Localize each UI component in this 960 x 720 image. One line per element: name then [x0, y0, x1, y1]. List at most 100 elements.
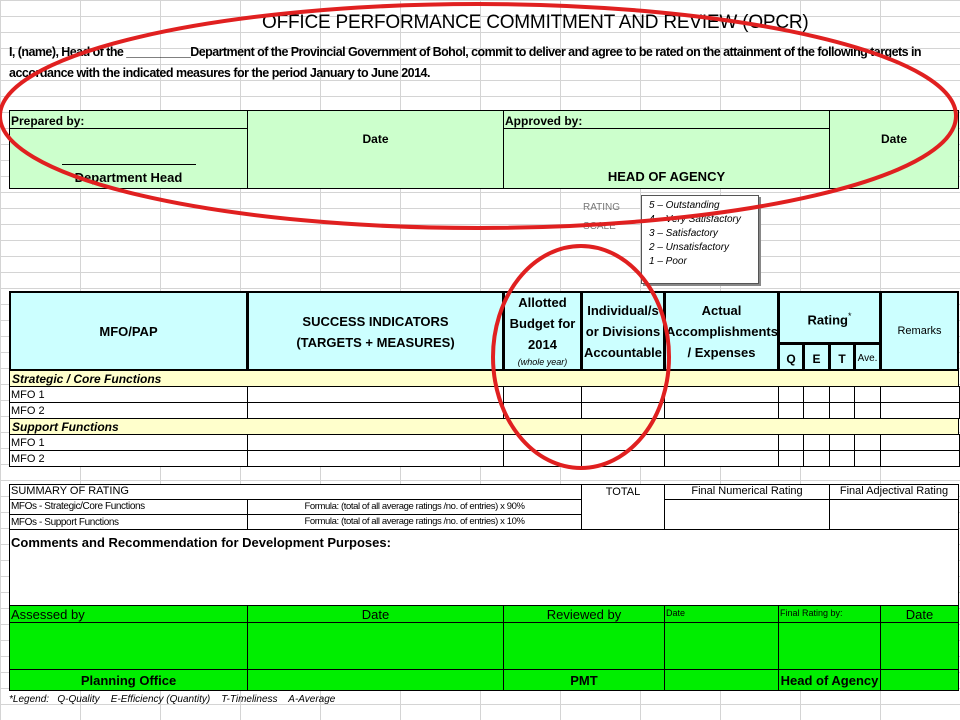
section-header: Strategic / Core Functions: [9, 370, 959, 387]
section-title: Strategic / Core Functions: [12, 372, 162, 386]
table-cell[interactable]: [581, 386, 665, 403]
mfo-label: MFO 1: [11, 437, 45, 449]
head-of-agency-date-blank: [880, 669, 959, 691]
reviewed-signature-cell[interactable]: [503, 622, 665, 670]
table-cell[interactable]: [880, 434, 960, 451]
table-cell[interactable]: [503, 386, 582, 403]
table-cell[interactable]: [581, 434, 665, 451]
table-cell[interactable]: [664, 434, 779, 451]
header-indiv-label-1: Individual/s: [587, 303, 659, 318]
table-cell[interactable]: [778, 386, 804, 403]
table-cell[interactable]: [778, 402, 804, 419]
table-cell[interactable]: [803, 450, 830, 467]
final-rating-date-cell: Date: [880, 605, 959, 623]
rating-scale-item-4: 4 – Very Satisfactory: [649, 214, 741, 225]
table-cell[interactable]: [803, 434, 830, 451]
table-cell[interactable]: [854, 402, 881, 419]
header-success-label-2: (TARGETS + MEASURES): [296, 335, 455, 350]
table-cell[interactable]: [778, 450, 804, 467]
table-cell[interactable]: [581, 402, 665, 419]
table-cell[interactable]: [503, 434, 582, 451]
header-ave-label: Ave.: [857, 353, 878, 364]
rating-footnote-mark: *: [847, 311, 852, 321]
table-cell[interactable]: [803, 402, 830, 419]
assessed-signature-cell[interactable]: [9, 622, 248, 670]
final-head-of-agency-label: Head of Agency: [780, 673, 879, 688]
header-budget-label-2: Budget for: [509, 316, 576, 331]
header-mfo-pap-label: MFO/PAP: [99, 324, 158, 339]
header-remarks-label: Remarks: [897, 325, 942, 337]
table-cell[interactable]: [778, 434, 804, 451]
summary-row1-formula: Formula: (total of all average ratings /…: [304, 501, 525, 512]
table-cell[interactable]: [247, 402, 504, 419]
head-of-agency-label: HEAD OF AGENCY: [607, 169, 726, 184]
planning-office-date-blank: [247, 669, 504, 691]
final-numerical-cell: Final Numerical Rating: [664, 484, 830, 530]
head-of-agency-cell: Head of Agency: [778, 669, 881, 691]
header-rating-ave: Ave.: [854, 343, 881, 371]
assessed-date-cell: Date: [247, 605, 504, 623]
assessed-date-label: Date: [361, 607, 390, 622]
table-cell[interactable]: [880, 450, 960, 467]
table-cell[interactable]: [247, 450, 504, 467]
table-cell[interactable]: [854, 386, 881, 403]
final-rating-date-label: Date: [905, 607, 934, 622]
final-rating-signature-date-cell[interactable]: [880, 622, 959, 670]
header-mfo-pap: MFO/PAP: [9, 291, 248, 371]
summary-row1-label: MFOs - Strategic/Core Functions: [11, 501, 145, 512]
table-cell[interactable]: [247, 386, 504, 403]
header-rating-label: Rating*: [780, 311, 879, 328]
table-cell[interactable]: [880, 402, 960, 419]
table-cell[interactable]: [829, 386, 855, 403]
pmt-label: PMT: [570, 673, 598, 688]
table-cell[interactable]: [503, 402, 582, 419]
summary-total-cell: TOTAL: [581, 484, 665, 530]
header-budget-label-4: (whole year): [517, 357, 568, 367]
reviewed-signature-date-cell[interactable]: [664, 622, 779, 670]
header-rating-t: T: [829, 343, 855, 371]
section-title: Support Functions: [12, 420, 119, 434]
table-cell[interactable]: [664, 402, 779, 419]
mfo-label: MFO 2: [11, 405, 45, 417]
comments-cell[interactable]: Comments and Recommendation for Developm…: [9, 529, 959, 606]
header-rating-q: Q: [778, 343, 804, 371]
table-row: MFO 2: [9, 450, 248, 467]
summary-row1-label-cell: MFOs - Strategic/Core Functions: [9, 499, 248, 515]
pmt-date-blank: [664, 669, 779, 691]
department-head-label: Department Head: [74, 170, 183, 185]
page-title: OFFICE PERFORMANCE COMMITMENT AND REVIEW…: [262, 12, 809, 33]
commitment-statement-line1: I, (name), Head of the __________Departm…: [9, 45, 922, 59]
header-actual-accomplishments: Actual Accomplishments / Expenses: [664, 291, 779, 371]
table-cell[interactable]: [581, 450, 665, 467]
summary-label: SUMMARY OF RATING: [11, 485, 129, 497]
table-cell[interactable]: [803, 386, 830, 403]
rating-text: Rating: [807, 312, 848, 328]
header-individuals-accountable: Individual/s or Divisions Accountable: [581, 291, 665, 371]
summary-total-label: TOTAL: [605, 486, 641, 498]
header-budget-label-1: Allotted: [518, 295, 567, 310]
summary-row2-label: MFOs - Support Functions: [11, 517, 119, 528]
table-cell[interactable]: [854, 450, 881, 467]
reviewed-date-cell: Date: [664, 605, 779, 623]
header-allotted-budget: Allotted Budget for 2014 (whole year): [503, 291, 582, 371]
table-cell[interactable]: [880, 386, 960, 403]
date-cell-1: Date: [247, 110, 504, 189]
table-cell[interactable]: [829, 434, 855, 451]
table-cell[interactable]: [829, 402, 855, 419]
assessed-by-cell: Assessed by: [9, 605, 248, 623]
date-label-2: Date: [880, 132, 907, 146]
table-cell[interactable]: [829, 450, 855, 467]
table-row: MFO 1: [9, 386, 248, 403]
table-cell[interactable]: [503, 450, 582, 467]
mfo-label: MFO 1: [11, 389, 45, 401]
table-cell[interactable]: [664, 450, 779, 467]
table-cell[interactable]: [854, 434, 881, 451]
assessed-signature-date-cell[interactable]: [247, 622, 504, 670]
summary-subheader-line: [664, 499, 959, 500]
final-adjectival-cell: Final Adjectival Rating: [829, 484, 959, 530]
table-cell[interactable]: [247, 434, 504, 451]
table-cell[interactable]: [664, 386, 779, 403]
summary-row2-formula: Formula: (total of all average ratings /…: [304, 516, 525, 527]
final-rating-signature-cell[interactable]: [778, 622, 881, 670]
rating-scale-label-2: SCALE: [583, 221, 616, 232]
